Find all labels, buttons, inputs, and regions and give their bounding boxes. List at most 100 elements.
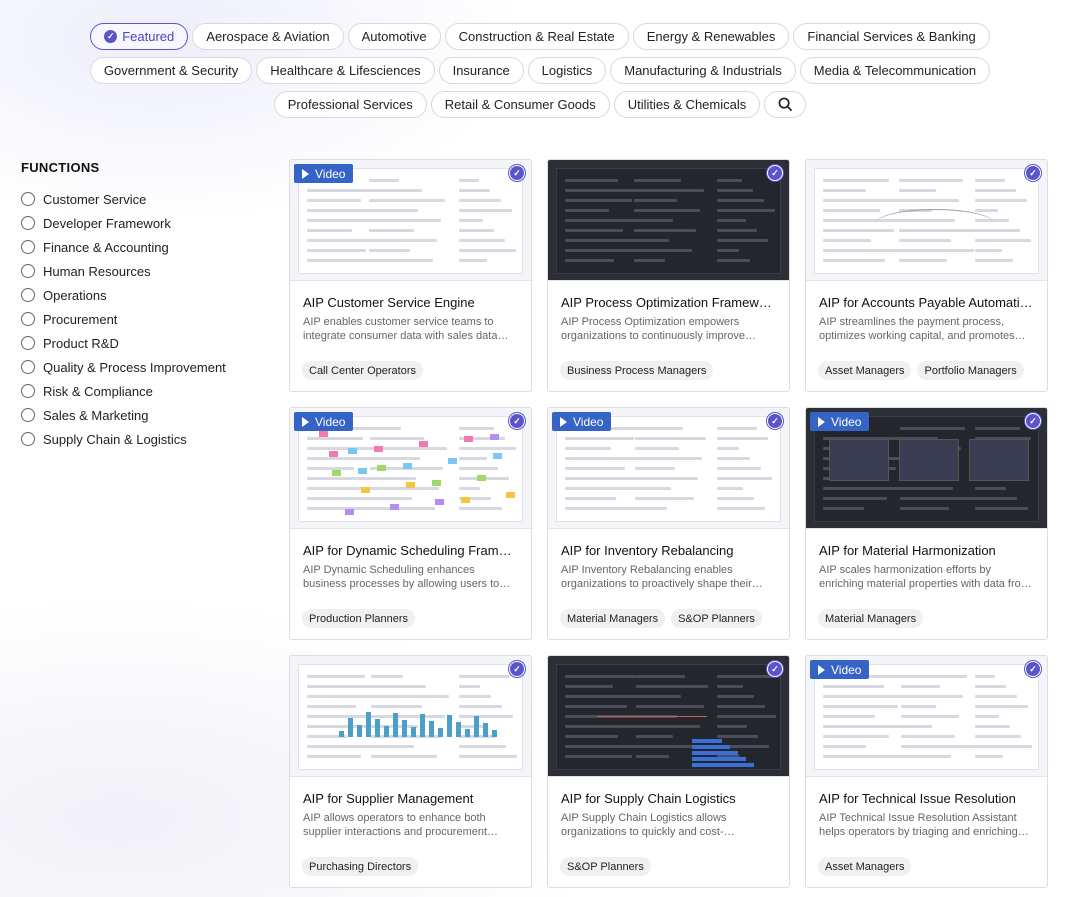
radio-button[interactable] [21, 216, 35, 230]
role-tag[interactable]: Material Managers [818, 609, 924, 628]
role-tag[interactable]: Portfolio Managers [917, 361, 1024, 380]
role-tag[interactable]: Business Process Managers [560, 361, 714, 380]
radio-button[interactable] [21, 408, 35, 422]
card-title[interactable]: AIP for Dynamic Scheduling Framew… [303, 543, 518, 558]
card-body: AIP Process Optimization Framework AIP Pr… [548, 281, 789, 343]
screenshot-preview [298, 168, 523, 274]
use-case-card[interactable]: ✓ AIP for Supplier Management AIP allows o… [289, 655, 532, 888]
function-label: Product R&D [43, 335, 119, 351]
function-supply-chain-and-logistics[interactable]: Supply Chain & Logistics [21, 427, 261, 451]
tag-retail-and-consumer-goods[interactable]: Retail & Consumer Goods [430, 91, 610, 118]
function-procurement[interactable]: Procurement [21, 307, 261, 331]
role-tag[interactable]: S&OP Planners [671, 609, 762, 628]
function-sales-and-marketing[interactable]: Sales & Marketing [21, 403, 261, 427]
function-quality-and-process-improvement[interactable]: Quality & Process Improvement [21, 355, 261, 379]
function-product-randd[interactable]: Product R&D [21, 331, 261, 355]
use-case-card[interactable]: Video ✓ AIP Customer Service Engine AIP ena… [289, 159, 532, 392]
radio-button[interactable] [21, 360, 35, 374]
tag-government-and-security[interactable]: Government & Security [89, 57, 253, 84]
screenshot-preview [814, 416, 1039, 522]
featured-check-icon: ✓ [1025, 661, 1041, 677]
tag-label: Utilities & Chemicals [627, 97, 747, 112]
video-badge[interactable]: Video [294, 164, 354, 183]
role-tag[interactable]: Asset Managers [818, 857, 912, 876]
radio-button[interactable] [21, 264, 35, 278]
tag-label: Energy & Renewables [646, 29, 776, 44]
radio-button[interactable] [21, 192, 35, 206]
search-button[interactable] [764, 91, 807, 118]
card-thumbnail: Video ✓ [806, 408, 1047, 529]
use-case-card[interactable]: ✓ AIP for Supply Chain Logistics AIP Suppl… [547, 655, 790, 888]
function-label: Finance & Accounting [43, 239, 169, 255]
radio-button[interactable] [21, 312, 35, 326]
card-title[interactable]: AIP for Supply Chain Logistics [561, 791, 776, 806]
role-tag[interactable]: S&OP Planners [560, 857, 651, 876]
card-title[interactable]: AIP for Inventory Rebalancing [561, 543, 776, 558]
tag-automotive[interactable]: Automotive [347, 23, 441, 50]
card-role-tags: S&OP Planners [560, 857, 651, 876]
card-role-tags: Asset Managers Portfolio Managers [818, 361, 1024, 380]
tag-energy-and-renewables[interactable]: Energy & Renewables [632, 23, 790, 50]
function-finance-and-accounting[interactable]: Finance & Accounting [21, 235, 261, 259]
tag-label: Retail & Consumer Goods [444, 97, 596, 112]
video-label: Video [573, 414, 604, 429]
tag-logistics[interactable]: Logistics [527, 57, 607, 84]
tag-financial-services-and-banking[interactable]: Financial Services & Banking [793, 23, 990, 50]
card-description: AIP scales harmonization efforts by enri… [819, 564, 1032, 590]
function-risk-and-compliance[interactable]: Risk & Compliance [21, 379, 261, 403]
card-title[interactable]: AIP for Material Harmonization [819, 543, 1034, 558]
use-case-card[interactable]: Video ✓ AIP for Material Harmonization AIP … [805, 407, 1048, 640]
use-case-card[interactable]: Video ✓ AIP for Technical Issue Resolution… [805, 655, 1048, 888]
use-case-card[interactable]: Video ✓ AIP for Inventory Rebalancing AIP I… [547, 407, 790, 640]
card-title[interactable]: AIP for Supplier Management [303, 791, 518, 806]
tag-label: Insurance [452, 63, 510, 78]
radio-button[interactable] [21, 288, 35, 302]
radio-button[interactable] [21, 384, 35, 398]
function-label: Human Resources [43, 263, 151, 279]
screenshot-preview [298, 416, 523, 522]
function-label: Developer Framework [43, 215, 171, 231]
card-title[interactable]: AIP for Accounts Payable Automation [819, 295, 1034, 310]
video-label: Video [315, 414, 346, 429]
function-customer-service[interactable]: Customer Service [21, 187, 261, 211]
tag-utilities-and-chemicals[interactable]: Utilities & Chemicals [613, 91, 761, 118]
tag-aerospace-and-aviation[interactable]: Aerospace & Aviation [192, 23, 344, 50]
video-badge[interactable]: Video [294, 412, 354, 431]
role-tag[interactable]: Material Managers [560, 609, 666, 628]
role-tag[interactable]: Asset Managers [818, 361, 912, 380]
card-thumbnail: ✓ [290, 656, 531, 777]
card-title[interactable]: AIP for Technical Issue Resolution [819, 791, 1034, 806]
video-badge[interactable]: Video [552, 412, 612, 431]
tag-media-and-telecommunication[interactable]: Media & Telecommunication [799, 57, 991, 84]
tag-professional-services[interactable]: Professional Services [273, 91, 427, 118]
tag-construction-and-real-estate[interactable]: Construction & Real Estate [444, 23, 629, 50]
use-case-card[interactable]: ✓ AIP for Accounts Payable Automation AIP … [805, 159, 1048, 392]
video-badge[interactable]: Video [810, 412, 870, 431]
card-title[interactable]: AIP Process Optimization Framework [561, 295, 776, 310]
radio-button[interactable] [21, 432, 35, 446]
role-tag[interactable]: Production Planners [302, 609, 416, 628]
card-description: AIP Inventory Rebalancing enables organi… [561, 564, 763, 590]
function-developer-framework[interactable]: Developer Framework [21, 211, 261, 235]
video-badge[interactable]: Video [810, 660, 870, 679]
function-human-resources[interactable]: Human Resources [21, 259, 261, 283]
tag-manufacturing-and-industrials[interactable]: Manufacturing & Industrials [610, 57, 796, 84]
role-tag[interactable]: Call Center Operators [302, 361, 423, 380]
card-thumbnail: Video ✓ [806, 656, 1047, 777]
tag-featured[interactable]: ✓ Featured [90, 23, 189, 50]
use-case-card[interactable]: ✓ AIP Process Optimization Framework AIP P… [547, 159, 790, 392]
role-tag[interactable]: Purchasing Directors [302, 857, 419, 876]
tag-healthcare-and-lifesciences[interactable]: Healthcare & Lifesciences [256, 57, 435, 84]
use-case-card[interactable]: Video ✓ AIP for Dynamic Scheduling Framew…… [289, 407, 532, 640]
play-icon [818, 416, 825, 427]
radio-button[interactable] [21, 240, 35, 254]
tag-insurance[interactable]: Insurance [438, 57, 524, 84]
card-description: AIP enables customer service teams to in… [303, 316, 498, 342]
function-operations[interactable]: Operations [21, 283, 261, 307]
screenshot-preview [556, 168, 781, 274]
tag-label: Healthcare & Lifesciences [270, 63, 421, 78]
card-role-tags: Call Center Operators [302, 361, 423, 380]
play-icon [302, 416, 309, 427]
card-title[interactable]: AIP Customer Service Engine [303, 295, 518, 310]
radio-button[interactable] [21, 336, 35, 350]
